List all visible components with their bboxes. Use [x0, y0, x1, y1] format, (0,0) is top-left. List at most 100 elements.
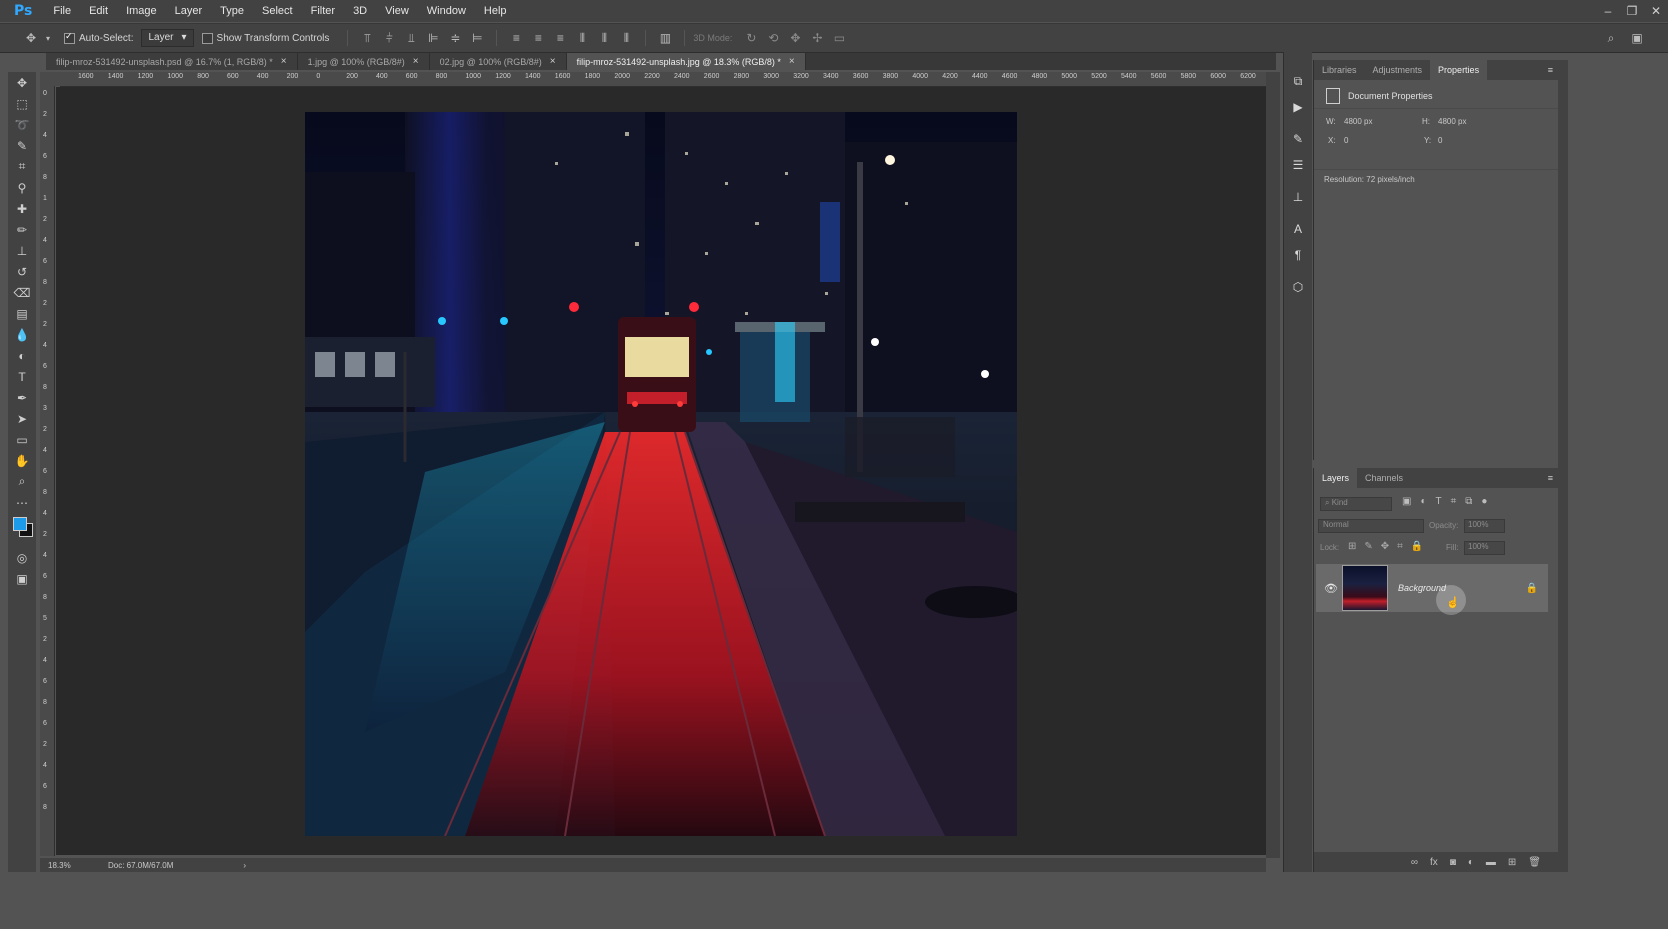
search-icon[interactable]: ⌕ — [1602, 29, 1620, 47]
close-icon[interactable]: × — [789, 56, 795, 67]
screen-mode-icon[interactable]: ▣ — [8, 568, 36, 589]
align-hcenter-icon[interactable]: ≑ — [446, 29, 464, 47]
close-button[interactable]: ✕ — [1644, 0, 1668, 22]
3d-pan-icon[interactable]: ✥ — [786, 29, 804, 47]
3d-orbit-icon[interactable]: ↻ — [742, 29, 760, 47]
y-value[interactable]: 0 — [1438, 136, 1442, 145]
paragraph-panel-icon[interactable]: ¶ — [1284, 244, 1312, 266]
tab-document-3[interactable]: 02.jpg @ 100% (RGB/8#) × — [429, 53, 567, 70]
auto-select-dropdown[interactable]: Layer ▾ — [141, 29, 194, 47]
add-mask-icon[interactable]: ◙ — [1450, 857, 1456, 868]
canvas-area[interactable] — [56, 87, 1266, 855]
tab-adjustments[interactable]: Adjustments — [1365, 60, 1431, 80]
eraser-tool-icon[interactable]: ⌫ — [8, 282, 36, 303]
menu-image[interactable]: Image — [117, 5, 166, 17]
blend-mode-dropdown[interactable]: Normal — [1318, 519, 1424, 533]
auto-select-checkbox[interactable] — [64, 31, 75, 44]
layer-thumbnail[interactable] — [1342, 565, 1388, 611]
zoom-level[interactable]: 18.3% — [48, 861, 108, 870]
brush-settings-icon[interactable]: ✎ — [1284, 128, 1312, 150]
character-panel-icon[interactable]: A — [1284, 218, 1312, 240]
link-layers-icon[interactable]: ∞ — [1411, 857, 1418, 868]
healing-brush-tool-icon[interactable]: ✚ — [8, 198, 36, 219]
lasso-tool-icon[interactable]: ➰ — [8, 114, 36, 135]
gradient-tool-icon[interactable]: ▤ — [8, 303, 36, 324]
show-transform-checkbox[interactable] — [201, 32, 213, 44]
x-value[interactable]: 0 — [1344, 136, 1348, 145]
menu-select[interactable]: Select — [253, 5, 302, 17]
clone-stamp-tool-icon[interactable]: ⊥ — [8, 240, 36, 261]
menu-help[interactable]: Help — [475, 5, 516, 17]
eyedropper-tool-icon[interactable]: ⚲ — [8, 177, 36, 198]
marquee-tool-icon[interactable]: ⬚ — [8, 93, 36, 114]
lock-options-icons[interactable]: ⊞✎✥⌗🔒 — [1348, 541, 1431, 552]
color-swatches[interactable] — [8, 513, 36, 547]
zoom-tool-icon[interactable]: ⌕ — [8, 471, 36, 492]
more-tools-icon[interactable]: ⋯ — [8, 492, 36, 513]
tool-preset-chevron-icon[interactable]: ▾ — [44, 29, 52, 47]
path-select-tool-icon[interactable]: ➤ — [8, 408, 36, 429]
type-tool-icon[interactable]: T — [8, 366, 36, 387]
align-top-icon[interactable]: ⫪ — [358, 29, 376, 47]
opacity-input[interactable]: 100% — [1464, 519, 1505, 533]
shape-tool-icon[interactable]: ▭ — [8, 429, 36, 450]
status-menu-arrow-icon[interactable]: › — [243, 861, 246, 870]
close-icon[interactable]: × — [550, 56, 556, 67]
auto-align-icon[interactable]: ▥ — [656, 29, 674, 47]
hand-tool-icon[interactable]: ✋ — [8, 450, 36, 471]
width-value[interactable]: 4800 px — [1344, 117, 1372, 126]
layer-style-icon[interactable]: fx — [1430, 857, 1438, 868]
menu-type[interactable]: Type — [211, 5, 253, 17]
blur-tool-icon[interactable]: 💧 — [8, 324, 36, 345]
fill-input[interactable]: 100% — [1464, 541, 1505, 555]
menu-edit[interactable]: Edit — [80, 5, 117, 17]
3d-slide-icon[interactable]: ✢ — [808, 29, 826, 47]
tab-document-2[interactable]: 1.jpg @ 100% (RGB/8#) × — [297, 53, 430, 70]
layer-filter-icons[interactable]: ▣◐T⌗⧉● — [1402, 496, 1496, 507]
foreground-color-swatch[interactable] — [13, 517, 27, 531]
delete-layer-icon[interactable]: 🗑 — [1528, 857, 1541, 868]
move-tool-icon[interactable]: ✥ — [8, 72, 36, 93]
clone-source-icon[interactable]: ⊥ — [1284, 186, 1312, 208]
vertical-ruler[interactable]: 0 2 4 6 8 1 2 4 6 8 2 2 4 6 8 3 2 4 6 8 4 2 4 6 8 5 2 4 6 8 6 2 4 6 8 — [40, 86, 55, 856]
actions-panel-icon[interactable]: ▶ — [1284, 96, 1312, 118]
distribute-vcenter-icon[interactable]: ≡ — [529, 29, 547, 47]
menu-view[interactable]: View — [376, 5, 418, 17]
panel-menu-icon[interactable]: ≡ — [1548, 473, 1553, 483]
auto-select-toggle[interactable]: Auto-Select: — [64, 31, 133, 44]
3d-camera-icon[interactable]: ▭ — [830, 29, 848, 47]
tab-channels[interactable]: Channels — [1357, 468, 1411, 488]
adjustment-layer-icon[interactable]: ◐ — [1468, 857, 1474, 868]
new-group-icon[interactable]: ▬ — [1486, 857, 1496, 868]
dodge-tool-icon[interactable]: ◐ — [8, 345, 36, 366]
layer-filter-kind[interactable]: ⌕ Kind — [1320, 497, 1392, 511]
tab-document-1[interactable]: filip-mroz-531492-unsplash.psd @ 16.7% (… — [46, 53, 298, 70]
visibility-eye-icon[interactable]: 👁 — [1324, 582, 1338, 595]
3d-roll-icon[interactable]: ⟲ — [764, 29, 782, 47]
menu-filter[interactable]: Filter — [302, 5, 344, 17]
distribute-hcenter-icon[interactable]: ⦀ — [595, 29, 613, 47]
close-icon[interactable]: × — [281, 56, 287, 67]
quick-mask-icon[interactable]: ◎ — [8, 547, 36, 568]
brush-tool-icon[interactable]: ✏ — [8, 219, 36, 240]
tab-layers[interactable]: Layers — [1314, 468, 1358, 488]
panel-scrollbar[interactable] — [1558, 60, 1568, 872]
panel-menu-icon[interactable]: ≡ — [1548, 65, 1553, 75]
tab-properties[interactable]: Properties — [1430, 60, 1488, 80]
distribute-right-icon[interactable]: ⦀ — [617, 29, 635, 47]
layer-row-background[interactable]: 👁 Background 🔒 — [1316, 564, 1548, 612]
align-right-icon[interactable]: ⊨ — [468, 29, 486, 47]
menu-layer[interactable]: Layer — [166, 5, 212, 17]
align-vcenter-icon[interactable]: ⫩ — [380, 29, 398, 47]
menu-3d[interactable]: 3D — [344, 5, 376, 17]
align-bottom-icon[interactable]: ⫫ — [402, 29, 420, 47]
distribute-bottom-icon[interactable]: ≡ — [551, 29, 569, 47]
horizontal-ruler[interactable]: 1600 1400 1200 1000 800 600 400 200 0 200 400 600 80… — [60, 72, 1266, 87]
tab-document-4[interactable]: filip-mroz-531492-unsplash.jpg @ 18.3% (… — [566, 53, 806, 70]
document-image[interactable] — [305, 112, 1017, 836]
pen-tool-icon[interactable]: ✒ — [8, 387, 36, 408]
history-panel-icon[interactable]: ⧉ — [1284, 70, 1312, 92]
menu-window[interactable]: Window — [418, 5, 475, 17]
distribute-top-icon[interactable]: ≡ — [507, 29, 525, 47]
adjustments-sliders-icon[interactable]: ☰ — [1284, 154, 1312, 176]
